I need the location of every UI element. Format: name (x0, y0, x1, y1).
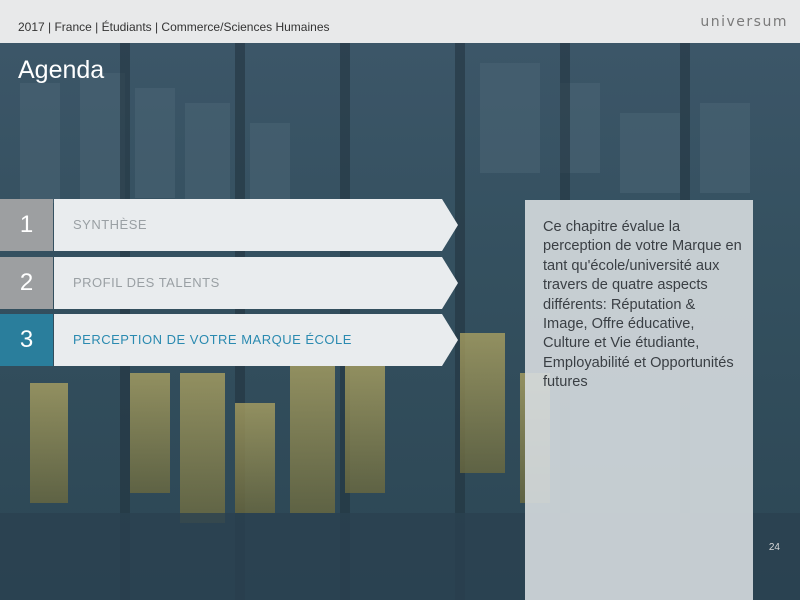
info-text: Ce chapitre évalue la perception de votr… (543, 219, 742, 391)
agenda-number: 1 (0, 199, 53, 251)
agenda-item-3[interactable]: 3 PERCEPTION DE VOTRE MARQUE ÉCOLE (0, 314, 460, 366)
agenda-number: 3 (0, 314, 53, 366)
page-number: 24 (768, 542, 780, 553)
breadcrumb: 2017 | France | Étudiants | Commerce/Sci… (18, 20, 330, 34)
agenda-label: PERCEPTION DE VOTRE MARQUE ÉCOLE (73, 332, 352, 347)
page-title: Agenda (18, 56, 105, 84)
agenda-label: PROFIL DES TALENTS (73, 275, 220, 290)
agenda-number: 2 (0, 257, 53, 309)
header-bar: 2017 | France | Étudiants | Commerce/Sci… (0, 0, 800, 43)
agenda-item-2[interactable]: 2 PROFIL DES TALENTS (0, 257, 460, 309)
agenda-tab: PERCEPTION DE VOTRE MARQUE ÉCOLE (54, 314, 458, 366)
agenda-tab: PROFIL DES TALENTS (54, 257, 458, 309)
info-panel: Ce chapitre évalue la perception de votr… (525, 200, 753, 600)
agenda-tab: SYNTHÈSE (54, 199, 458, 251)
agenda-label: SYNTHÈSE (73, 217, 148, 232)
agenda-item-1[interactable]: 1 SYNTHÈSE (0, 199, 460, 251)
universum-logo: universum (700, 14, 788, 30)
